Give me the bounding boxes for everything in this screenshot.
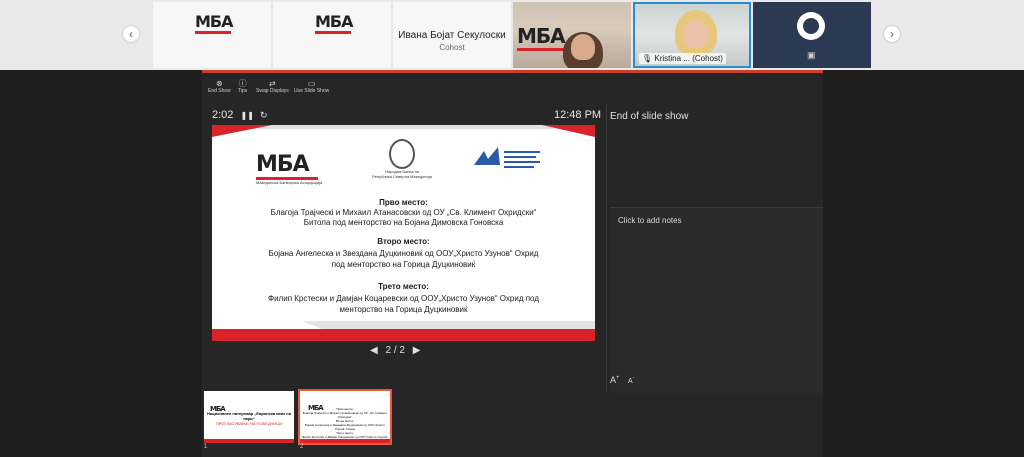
current-slide[interactable]: МБА Македонска Банкарска Асоцијација Нар… [212, 125, 595, 341]
mba-logo: МБА [195, 12, 234, 40]
swap-icon: ⇄ [269, 79, 276, 88]
participant-video-tile-active[interactable]: 🎙 Kristina ... (Cohost) [633, 2, 751, 68]
participant-name-tag: 🎙 Kristina ... (Cohost) [639, 53, 726, 64]
participant-face [571, 34, 595, 60]
end-show-button[interactable]: ⊗ End Show [208, 79, 231, 94]
participant-tile[interactable]: ▣ [753, 2, 871, 68]
info-icon: ⓘ [238, 79, 247, 88]
next-slide-preview-label: End of slide show [610, 111, 689, 122]
close-icon: ⊗ [216, 79, 223, 88]
pause-icon[interactable]: ❚❚ [240, 111, 253, 120]
mba-slide-logo: МБА Македонска Банкарска Асоцијација [256, 152, 323, 185]
pane-divider[interactable] [606, 103, 607, 393]
chevron-left-icon: ‹ [129, 27, 133, 41]
mba-logo: МБА [517, 24, 566, 51]
next-slide-icon[interactable]: ▶ [413, 345, 421, 356]
use-slide-show-button[interactable]: ▭ Use Slide Show [294, 79, 329, 94]
participant-face [683, 20, 709, 48]
participant-strip: ‹ МБА МБА Ивана Бојат Секулоски Cohost М… [0, 0, 1024, 70]
bank-seal-icon [389, 139, 415, 169]
tips-button[interactable]: ⓘ Tips [238, 79, 247, 94]
slide-thumbnail-1[interactable]: МБА Национален натпревар „Европска квиз … [204, 391, 294, 443]
monitor-icon: ▭ [307, 79, 316, 88]
video-off-icon: ▣ [807, 50, 816, 60]
partner-logo [474, 147, 544, 173]
participant-role: Cohost [439, 43, 465, 52]
obs-logo-icon [797, 12, 825, 40]
mba-logo: МБА [315, 12, 354, 40]
participant-name: Ивана Бојат Секулоски [398, 30, 506, 41]
strip-prev-button[interactable]: ‹ [122, 25, 140, 43]
presenter-view: ⊗ End Show ⓘ Tips ⇄ Swap Displays ▭ Use … [202, 70, 823, 457]
participant-tile[interactable]: Ивана Бојат Секулоски Cohost [393, 2, 511, 68]
participant-tile[interactable]: МБА [273, 2, 391, 68]
slide-timer: 2:02 ❚❚ ↻ [212, 109, 268, 121]
speaker-notes[interactable]: Click to add notes [610, 207, 823, 393]
current-time: 12:48 PM [554, 109, 602, 121]
swap-displays-button[interactable]: ⇄ Swap Displays [256, 79, 289, 94]
slide-pager: ◀ 2 / 2 ▶ [370, 345, 421, 356]
notes-placeholder: Click to add notes [618, 216, 682, 225]
participant-tile[interactable]: МБА [153, 2, 271, 68]
chevron-right-icon: › [890, 27, 894, 41]
restart-icon[interactable]: ↻ [260, 110, 268, 120]
national-bank-logo: Народна Банка на Република Северна Макед… [362, 139, 442, 179]
participant-video-tile[interactable]: МБА [513, 2, 631, 68]
slide-thumbnail-2-selected[interactable]: МБА Прво место: Благоја Трајческi и Миха… [298, 389, 392, 445]
mic-icon: 🎙 [642, 54, 653, 63]
prev-slide-icon[interactable]: ◀ [370, 345, 378, 356]
notes-font-controls: A+ A- [610, 375, 635, 385]
strip-next-button[interactable]: › [883, 25, 901, 43]
